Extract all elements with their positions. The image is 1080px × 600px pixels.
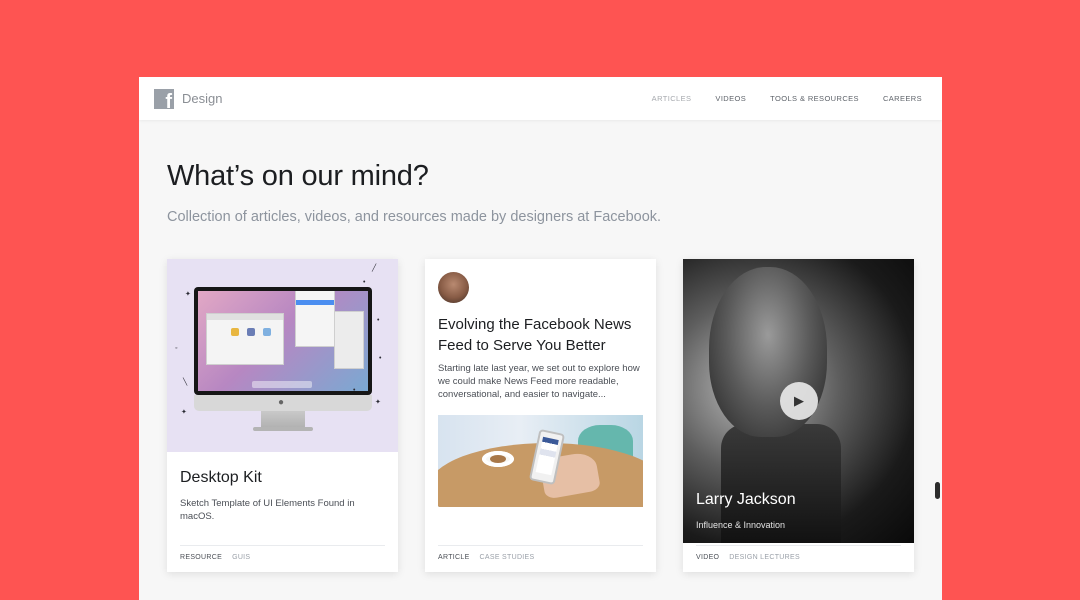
top-bar: f Design ARTICLES VIDEOS TOOLS & RESOURC…: [139, 77, 942, 120]
card-title: Larry Jackson: [696, 491, 796, 508]
card-description: Starting late last year, we set out to e…: [438, 363, 640, 400]
card-description: Influence & Innovation: [696, 520, 786, 530]
card-title: Evolving the Facebook News Feed to Serve…: [438, 316, 632, 354]
card-tags: RESOURCE GUIS: [180, 545, 385, 561]
nav-articles[interactable]: ARTICLES: [652, 94, 692, 103]
nav-careers[interactable]: CAREERS: [883, 94, 922, 103]
desktop-kit-image: ● ✦ ╱ • ◦ ╲ ✦ • • ✦ •: [167, 259, 398, 452]
page-title: What’s on our mind?: [167, 160, 429, 192]
browser-window: f Design ARTICLES VIDEOS TOOLS & RESOURC…: [139, 77, 942, 600]
page-subtitle: Collection of articles, videos, and reso…: [167, 209, 662, 225]
card-grid: ● ✦ ╱ • ◦ ╲ ✦ • • ✦ • Desktop Kit Sketch…: [167, 259, 914, 572]
nav-videos[interactable]: VIDEOS: [715, 94, 746, 103]
card-description: Sketch Template of UI Elements Found in …: [180, 498, 355, 522]
card-tags: VIDEO DESIGN LECTURES: [696, 545, 901, 561]
main-nav: ARTICLES VIDEOS TOOLS & RESOURCES CAREER…: [652, 94, 922, 103]
facebook-logo-icon: f: [154, 88, 174, 109]
site-logo[interactable]: f Design: [154, 88, 223, 109]
card-title: Desktop Kit: [180, 469, 262, 486]
card-larry-jackson-video[interactable]: ▶ Larry Jackson Influence & Innovation V…: [683, 259, 914, 572]
hero-section: What’s on our mind? Collection of articl…: [139, 120, 942, 225]
tag-resource[interactable]: RESOURCE: [180, 554, 222, 561]
card-desktop-kit[interactable]: ● ✦ ╱ • ◦ ╲ ✦ • • ✦ • Desktop Kit Sketch…: [167, 259, 398, 572]
play-icon[interactable]: ▶: [780, 382, 818, 420]
imac-illustration: [194, 287, 372, 395]
apple-logo-icon: ●: [278, 397, 285, 408]
tag-case-studies[interactable]: CASE STUDIES: [480, 554, 535, 561]
article-photo: [438, 415, 643, 507]
tag-design-lectures[interactable]: DESIGN LECTURES: [729, 554, 800, 561]
brand-name: Design: [182, 91, 223, 106]
tag-guis[interactable]: GUIS: [232, 554, 250, 561]
tag-article[interactable]: ARTICLE: [438, 554, 470, 561]
scrollbar-thumb[interactable]: [935, 482, 940, 499]
card-news-feed-article[interactable]: Evolving the Facebook News Feed to Serve…: [425, 259, 656, 572]
tag-video[interactable]: VIDEO: [696, 554, 719, 561]
card-tags: ARTICLE CASE STUDIES: [438, 545, 643, 561]
author-avatar: [438, 272, 469, 303]
nav-tools-resources[interactable]: TOOLS & RESOURCES: [770, 94, 859, 103]
